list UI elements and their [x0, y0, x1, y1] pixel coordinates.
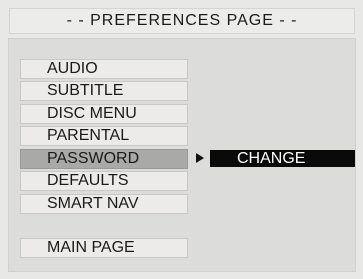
- page-title-text: - - PREFERENCES PAGE - -: [66, 12, 298, 29]
- submenu-item-change[interactable]: CHANGE: [210, 150, 355, 167]
- menu-item-label: AUDIO: [47, 60, 98, 77]
- menu-panel: AUDIO SUBTITLE DISC MENU PARENTAL PASSWO…: [8, 38, 356, 272]
- menu-item-label: PASSWORD: [47, 150, 140, 167]
- menu-item-label: DEFAULTS: [47, 172, 129, 189]
- menu-item-disc-menu[interactable]: DISC MENU: [20, 104, 188, 124]
- menu-item-defaults[interactable]: DEFAULTS: [20, 171, 188, 191]
- menu-item-subtitle[interactable]: SUBTITLE: [20, 81, 188, 101]
- menu-item-smart-nav[interactable]: SMART NAV: [20, 194, 188, 214]
- menu-item-main-page[interactable]: MAIN PAGE: [20, 238, 188, 258]
- menu-item-label: SMART NAV: [47, 195, 139, 212]
- page-title: - - PREFERENCES PAGE - -: [9, 8, 355, 34]
- menu-item-label: DISC MENU: [47, 105, 137, 122]
- menu-item-audio[interactable]: AUDIO: [20, 59, 188, 79]
- menu-item-password[interactable]: PASSWORD: [20, 149, 188, 169]
- submenu-arrow-icon: [196, 153, 204, 163]
- menu-item-label: PARENTAL: [47, 127, 130, 144]
- menu-item-label: MAIN PAGE: [47, 239, 135, 256]
- menu-item-label: SUBTITLE: [47, 82, 124, 99]
- submenu-item-label: CHANGE: [237, 150, 306, 167]
- menu-item-parental[interactable]: PARENTAL: [20, 126, 188, 146]
